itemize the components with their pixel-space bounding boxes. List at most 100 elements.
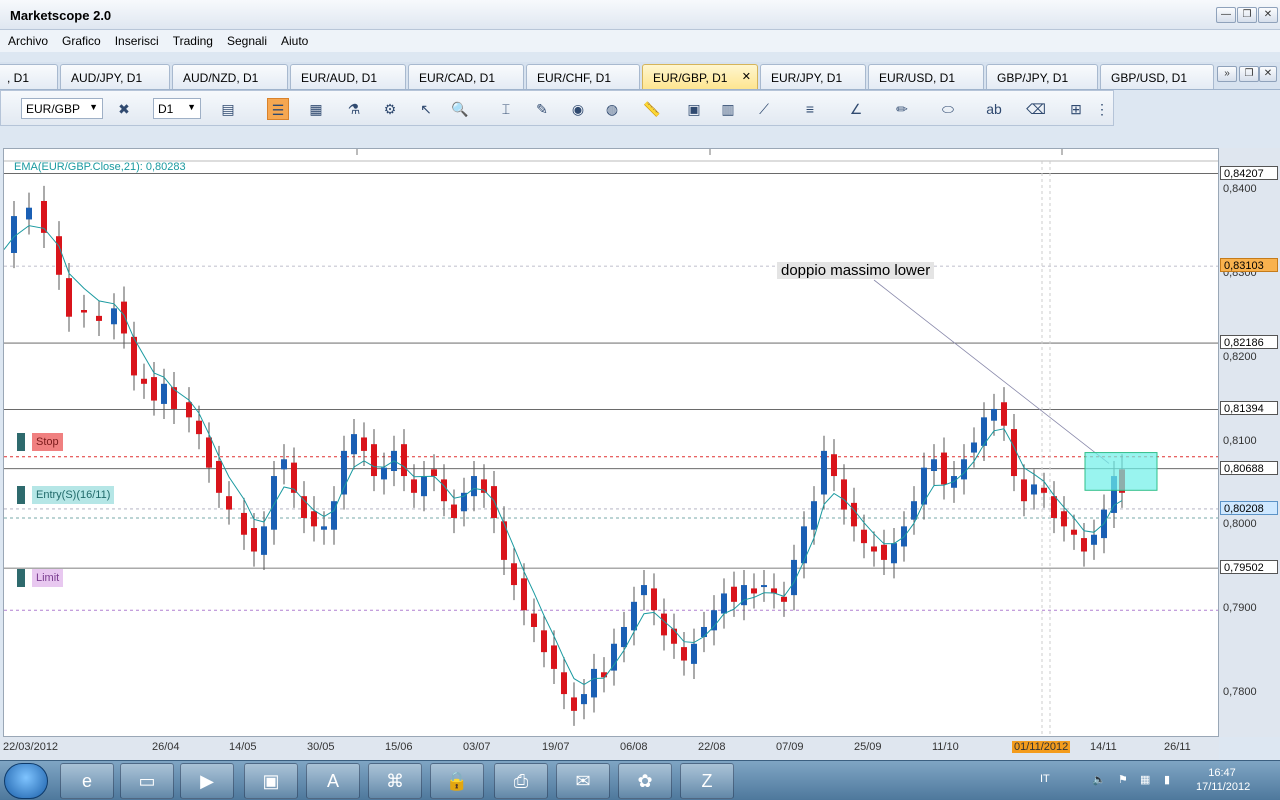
candle-body xyxy=(121,301,127,334)
candle-body xyxy=(531,613,537,627)
text-tool-icon[interactable]: ab xyxy=(983,98,1005,120)
tab-eurgbp[interactable]: EUR/GBP, D1 ✕ xyxy=(642,64,758,89)
limit-order-tag[interactable]: Limit xyxy=(17,569,64,587)
menu-segnali[interactable]: Segnali xyxy=(219,30,273,48)
symbol-select[interactable]: EUR/GBP ▼ xyxy=(21,98,103,119)
ema-line xyxy=(3,225,1123,686)
price-level-tag[interactable]: 0,81394 xyxy=(1220,401,1278,416)
tab-audjpy[interactable]: AUD/JPY, D1 xyxy=(60,64,170,89)
eraser-icon[interactable]: ⌫ xyxy=(1025,98,1047,120)
hierarchy-icon[interactable]: ⊞ xyxy=(1065,98,1087,120)
edit-icon[interactable]: ✎ xyxy=(531,98,553,120)
minimize-button[interactable]: — xyxy=(1216,7,1236,23)
x-tick-label: 06/08 xyxy=(620,741,648,753)
tab-gbpjpy[interactable]: GBP/JPY, D1 xyxy=(986,64,1098,89)
candle-body xyxy=(251,528,257,552)
signals-icon[interactable]: ⚙ xyxy=(379,98,401,120)
tab-eurchf[interactable]: EUR/CHF, D1 xyxy=(526,64,640,89)
tab-close-icon[interactable]: ✕ xyxy=(742,70,751,83)
candle-body xyxy=(761,585,767,588)
stop-order-tag[interactable]: Stop xyxy=(17,433,63,451)
media-icon[interactable]: ▶ xyxy=(180,763,234,799)
price-level-tag[interactable]: 0,82186 xyxy=(1220,335,1278,350)
x-tick-label: 14/11 xyxy=(1090,741,1117,753)
tab-eurusd[interactable]: EUR/USD, D1 xyxy=(868,64,984,89)
paint-icon[interactable]: ✿ xyxy=(618,763,672,799)
tab-euraud[interactable]: EUR/AUD, D1 xyxy=(290,64,406,89)
eye-icon[interactable]: ◉ xyxy=(567,98,589,120)
indicator-icon[interactable]: ⚗ xyxy=(343,98,365,120)
remove-indicator-icon[interactable]: ✖ xyxy=(113,98,135,120)
battery-icon[interactable]: ▮ xyxy=(1164,773,1170,786)
ellipse-icon[interactable]: ⬭ xyxy=(937,98,959,120)
trendline-icon[interactable]: ⟋ xyxy=(753,98,775,120)
annotation-label[interactable]: doppio massimo lower xyxy=(777,262,935,279)
horizontal-lines-icon[interactable]: ≡ xyxy=(799,98,821,120)
menu-archivo[interactable]: Archivo xyxy=(0,30,54,48)
plot-area[interactable]: EMA(EUR/GBP.Close,21): 0,80283 doppio ma… xyxy=(3,148,1219,737)
ie-icon[interactable]: e xyxy=(60,763,114,799)
translate-icon[interactable]: A xyxy=(306,763,360,799)
start-button[interactable] xyxy=(4,763,48,799)
candles-icon[interactable]: ☰ xyxy=(267,98,289,120)
timeframe-select[interactable]: D1 ▼ xyxy=(153,98,201,119)
price-axis[interactable]: 0,84000,83000,82000,81000,80000,79000,78… xyxy=(1219,148,1280,737)
image-icon[interactable]: ▣ xyxy=(683,98,705,120)
tab-eurcad[interactable]: EUR/CAD, D1 xyxy=(408,64,524,89)
globe-icon[interactable]: ◍ xyxy=(601,98,623,120)
candle-body xyxy=(961,459,967,480)
app-3b-icon[interactable]: ▣ xyxy=(244,763,298,799)
chart-restore-icon[interactable]: ❐ xyxy=(1239,66,1259,82)
candle-body xyxy=(561,672,567,695)
clock[interactable]: 16:47 17/11/2012 xyxy=(1196,766,1250,794)
notes-icon[interactable]: ✉ xyxy=(556,763,610,799)
tab-gbpusd[interactable]: GBP/USD, D1 xyxy=(1100,64,1214,89)
lock-icon[interactable]: 🔒 xyxy=(430,763,484,799)
bars-icon[interactable]: ▦ xyxy=(305,98,327,120)
zoom-icon[interactable]: 🔍 xyxy=(449,98,471,120)
price-level-tag[interactable]: 0,83103 xyxy=(1220,258,1278,273)
language-indicator[interactable]: IT xyxy=(1040,773,1050,785)
screenshot-icon[interactable]: ▥ xyxy=(717,98,739,120)
price-level-tag[interactable]: 0,80688 xyxy=(1220,460,1278,475)
candle-body xyxy=(571,697,577,711)
close-button[interactable]: ✕ xyxy=(1258,7,1278,23)
flag-icon[interactable]: ⚑ xyxy=(1118,773,1128,786)
candle-body xyxy=(301,496,307,518)
candle-body xyxy=(661,613,667,636)
price-level-tag[interactable]: 0,84207 xyxy=(1220,165,1278,180)
candle-body xyxy=(281,459,287,470)
tab-0[interactable]: , D1 xyxy=(0,64,58,89)
entry-order-tag[interactable]: Entry(S)(16/11) xyxy=(17,486,115,504)
candle-body xyxy=(151,377,157,401)
cursor-icon[interactable]: ↖ xyxy=(415,98,437,120)
fan-icon[interactable]: ∠ xyxy=(845,98,867,120)
maximize-button[interactable]: ❐ xyxy=(1237,7,1257,23)
ruler-icon[interactable]: 📏 xyxy=(641,98,663,120)
printer-icon[interactable]: ⎙ xyxy=(494,763,548,799)
pdf-icon[interactable]: ⌘ xyxy=(368,763,422,799)
menu-inserisci[interactable]: Inserisci xyxy=(107,30,165,48)
pencil-icon[interactable]: ✏ xyxy=(891,98,913,120)
price-level-tag[interactable]: 0,80208 xyxy=(1220,500,1278,515)
menu-grafico[interactable]: Grafico xyxy=(54,30,107,48)
menu-aiuto[interactable]: Aiuto xyxy=(273,30,314,48)
candles-svg[interactable] xyxy=(3,149,1218,736)
toolbar-more-icon[interactable]: ⋮ xyxy=(1095,98,1109,120)
menu-trading[interactable]: Trading xyxy=(165,30,219,48)
crosshair-icon[interactable]: ⌶ xyxy=(495,98,517,120)
chart-type-icon[interactable]: ▤ xyxy=(217,98,239,120)
x-tick-label: 19/07 xyxy=(542,741,570,753)
volume-icon[interactable]: 🔈 xyxy=(1092,773,1106,786)
network-icon[interactable]: ▦ xyxy=(1140,773,1150,786)
candle-body xyxy=(431,469,437,477)
chart-close-icon[interactable]: ✕ xyxy=(1259,66,1277,82)
tab-eurjpy[interactable]: EUR/JPY, D1 xyxy=(760,64,866,89)
tabs-overflow-icon[interactable]: » xyxy=(1217,66,1237,82)
marketscope-icon[interactable]: Z xyxy=(680,763,734,799)
candle-body xyxy=(911,501,917,520)
time-axis[interactable]: 22/03/2012 26/04 14/05 30/05 15/06 03/07 19/07… xyxy=(0,737,1219,760)
price-level-tag[interactable]: 0,79502 xyxy=(1220,560,1278,575)
tab-audnzd[interactable]: AUD/NZD, D1 xyxy=(172,64,288,89)
explorer-icon[interactable]: ▭ xyxy=(120,763,174,799)
